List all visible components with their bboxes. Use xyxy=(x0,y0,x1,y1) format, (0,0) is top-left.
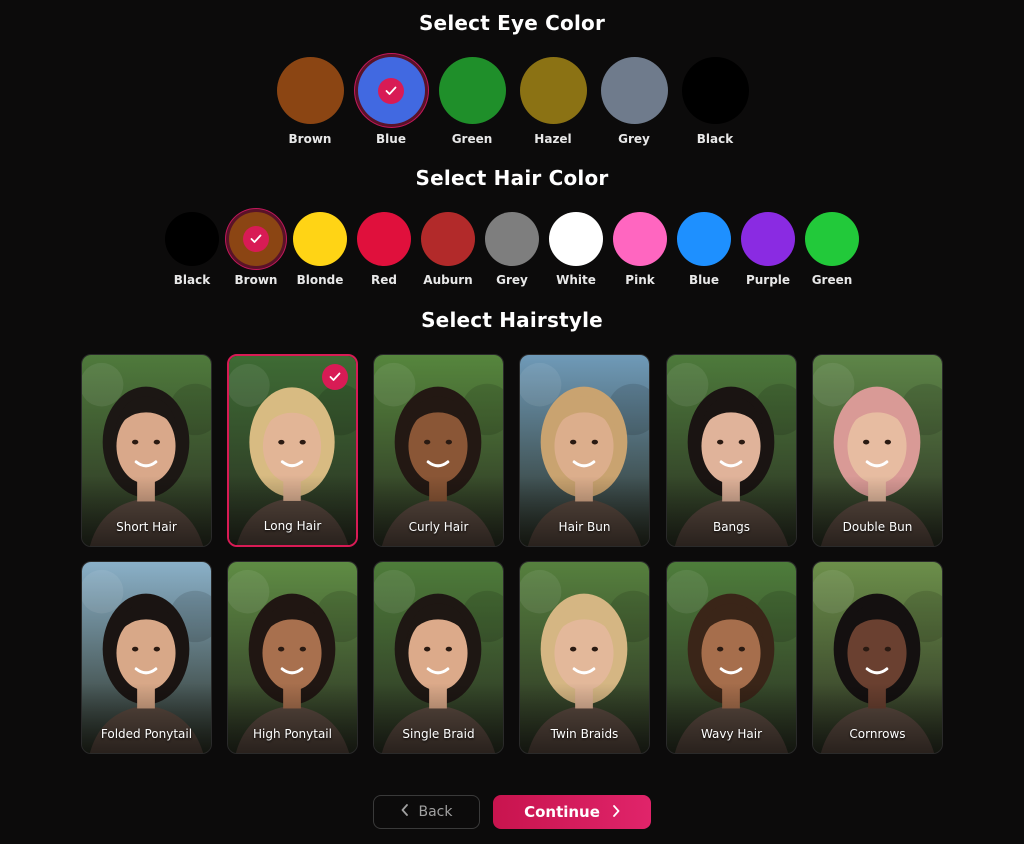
photo-shade xyxy=(229,475,356,545)
color-circle xyxy=(600,57,668,124)
color-label: Black xyxy=(173,273,211,287)
color-label: Hazel xyxy=(534,132,572,146)
photo-shade xyxy=(813,476,942,546)
hair-color-swatch-green[interactable]: Green xyxy=(792,212,872,287)
hairstyle-card-bangs[interactable]: Bangs xyxy=(666,354,797,547)
color-label: Brown xyxy=(288,132,332,146)
photo-shade xyxy=(813,683,942,753)
hairstyle-label: Long Hair xyxy=(263,519,322,533)
eye-color-swatch-grey[interactable]: Grey xyxy=(594,57,674,146)
hairstyle-label: Hair Bun xyxy=(558,520,611,534)
color-circle xyxy=(485,212,539,266)
continue-button-label: Continue xyxy=(524,803,600,821)
hairstyle-card-double-bun[interactable]: Double Bun xyxy=(812,354,943,547)
hairstyle-label: Cornrows xyxy=(849,727,906,741)
hairstyle-card-hair-bun[interactable]: Hair Bun xyxy=(519,354,650,547)
photo-shade xyxy=(667,476,796,546)
color-label: Blonde xyxy=(296,273,344,287)
hairstyle-label: Folded Ponytail xyxy=(100,727,193,741)
photo-shade xyxy=(520,683,649,753)
color-circle xyxy=(438,57,506,124)
color-label: Red xyxy=(371,273,397,287)
hairstyle-label: Short Hair xyxy=(116,520,177,534)
hairstyle-title: Select Hairstyle xyxy=(421,308,603,332)
photo-shade xyxy=(82,476,211,546)
hairstyle-card-cornrows[interactable]: Cornrows xyxy=(812,561,943,754)
chevron-left-icon xyxy=(401,804,409,820)
eye-color-swatch-brown[interactable]: Brown xyxy=(270,57,350,146)
back-button[interactable]: Back xyxy=(373,795,480,829)
hairstyle-card-single-braid[interactable]: Single Braid xyxy=(373,561,504,754)
color-circle xyxy=(276,57,344,124)
hairstyle-card-twin-braids[interactable]: Twin Braids xyxy=(519,561,650,754)
color-circle xyxy=(229,212,283,266)
color-circle xyxy=(677,212,731,266)
color-label: Black xyxy=(696,132,734,146)
color-label: Green xyxy=(451,132,493,146)
color-label: Blue xyxy=(689,273,719,287)
color-label: Brown xyxy=(234,273,278,287)
continue-button[interactable]: Continue xyxy=(493,795,651,829)
hairstyle-label: Single Braid xyxy=(402,727,475,741)
eye-color-swatch-hazel[interactable]: Hazel xyxy=(513,57,593,146)
hairstyle-card-wavy-hair[interactable]: Wavy Hair xyxy=(666,561,797,754)
color-circle xyxy=(519,57,587,124)
photo-shade xyxy=(228,683,357,753)
color-circle xyxy=(357,57,425,124)
hairstyle-label: Bangs xyxy=(712,520,751,534)
color-circle xyxy=(293,212,347,266)
hairstyle-label: Curly Hair xyxy=(408,520,469,534)
color-circle xyxy=(421,212,475,266)
checkmark-icon xyxy=(243,226,269,252)
hair-color-title: Select Hair Color xyxy=(415,166,609,190)
color-label: Purple xyxy=(745,273,791,287)
eye-color-swatch-green[interactable]: Green xyxy=(432,57,512,146)
photo-shade xyxy=(520,476,649,546)
color-circle xyxy=(681,57,749,124)
hairstyle-label: Double Bun xyxy=(842,520,913,534)
hairstyle-label: High Ponytail xyxy=(253,727,332,741)
color-circle xyxy=(165,212,219,266)
color-circle xyxy=(741,212,795,266)
photo-shade xyxy=(374,683,503,753)
color-circle xyxy=(549,212,603,266)
color-label: Grey xyxy=(496,273,528,287)
eye-color-swatch-blue[interactable]: Blue xyxy=(351,57,431,146)
back-button-label: Back xyxy=(418,804,453,820)
hairstyle-label: Wavy Hair xyxy=(700,727,763,741)
photo-shade xyxy=(374,476,503,546)
color-label: Pink xyxy=(625,273,655,287)
color-label: Green xyxy=(811,273,853,287)
hairstyle-card-short-hair[interactable]: Short Hair xyxy=(81,354,212,547)
chevron-right-icon xyxy=(612,803,620,821)
hairstyle-label: Twin Braids xyxy=(550,727,619,741)
hairstyle-card-folded-ponytail[interactable]: Folded Ponytail xyxy=(81,561,212,754)
color-circle xyxy=(805,212,859,266)
color-label: White xyxy=(556,273,596,287)
color-label: Auburn xyxy=(423,273,473,287)
color-circle xyxy=(613,212,667,266)
color-label: Blue xyxy=(376,132,406,146)
checkmark-icon xyxy=(378,77,404,104)
hairstyle-card-high-ponytail[interactable]: High Ponytail xyxy=(227,561,358,754)
hairstyle-card-long-hair[interactable]: Long Hair xyxy=(227,354,358,547)
photo-shade xyxy=(667,683,796,753)
checkmark-icon xyxy=(322,364,348,390)
eye-color-title: Select Eye Color xyxy=(418,11,606,35)
color-label: Grey xyxy=(618,132,650,146)
photo-shade xyxy=(82,683,211,753)
eye-color-swatch-black[interactable]: Black xyxy=(675,57,755,146)
color-circle xyxy=(357,212,411,266)
hairstyle-card-curly-hair[interactable]: Curly Hair xyxy=(373,354,504,547)
